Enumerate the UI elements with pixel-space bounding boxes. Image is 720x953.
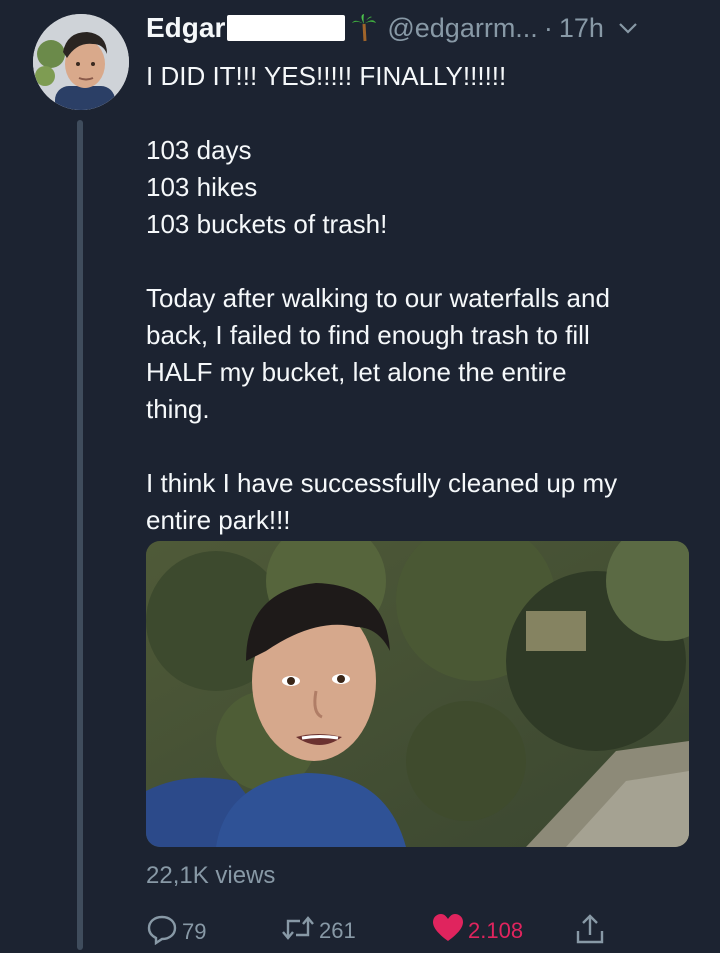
palm-tree-icon xyxy=(351,14,377,42)
tweet-actions: 79 261 2.108 xyxy=(146,913,666,949)
like-button[interactable]: 2.108 xyxy=(432,913,523,949)
reply-count: 79 xyxy=(182,919,207,944)
share-button[interactable] xyxy=(574,913,606,951)
reply-button[interactable]: 79 xyxy=(146,913,206,951)
video-thumbnail xyxy=(146,541,689,847)
tweet-video[interactable] xyxy=(146,541,689,847)
like-count: 2.108 xyxy=(468,918,524,943)
text-line: entire park!!! xyxy=(146,505,291,535)
thread-line xyxy=(77,120,83,950)
tweet-header: Edgar @edgarrm... · 17h xyxy=(146,8,710,48)
tweet-text: I DID IT!!! YES!!!!! FINALLY!!!!!! 103 d… xyxy=(146,58,701,539)
text-line: Today after walking to our waterfalls an… xyxy=(146,283,610,313)
text-line: I think I have successfully cleaned up m… xyxy=(146,468,618,498)
user-handle[interactable]: @edgarrm... xyxy=(387,13,537,44)
chevron-down-icon[interactable] xyxy=(618,21,638,35)
heart-icon xyxy=(432,913,464,949)
redacted-name-block xyxy=(227,15,346,41)
separator-dot: · xyxy=(543,12,553,43)
text-line: 103 hikes xyxy=(146,172,258,202)
avatar-image xyxy=(33,14,129,110)
text-line: I DID IT!!! YES!!!!! FINALLY!!!!!! xyxy=(146,61,507,91)
retweet-button[interactable]: 261 xyxy=(281,913,356,949)
retweet-count: 261 xyxy=(319,918,356,943)
reply-icon xyxy=(146,913,178,951)
display-name[interactable]: Edgar xyxy=(146,12,225,44)
text-line: 103 buckets of trash! xyxy=(146,209,388,239)
retweet-icon xyxy=(281,913,315,949)
share-icon xyxy=(574,913,606,951)
view-count: 22,1K views xyxy=(146,862,276,889)
text-line: HALF my bucket, let alone the entire xyxy=(146,357,567,387)
text-line: 103 days xyxy=(146,135,252,165)
text-line: back, I failed to find enough trash to f… xyxy=(146,320,590,350)
tweet-timestamp[interactable]: 17h xyxy=(559,13,604,44)
avatar[interactable] xyxy=(33,14,129,110)
text-line: thing. xyxy=(146,394,210,424)
